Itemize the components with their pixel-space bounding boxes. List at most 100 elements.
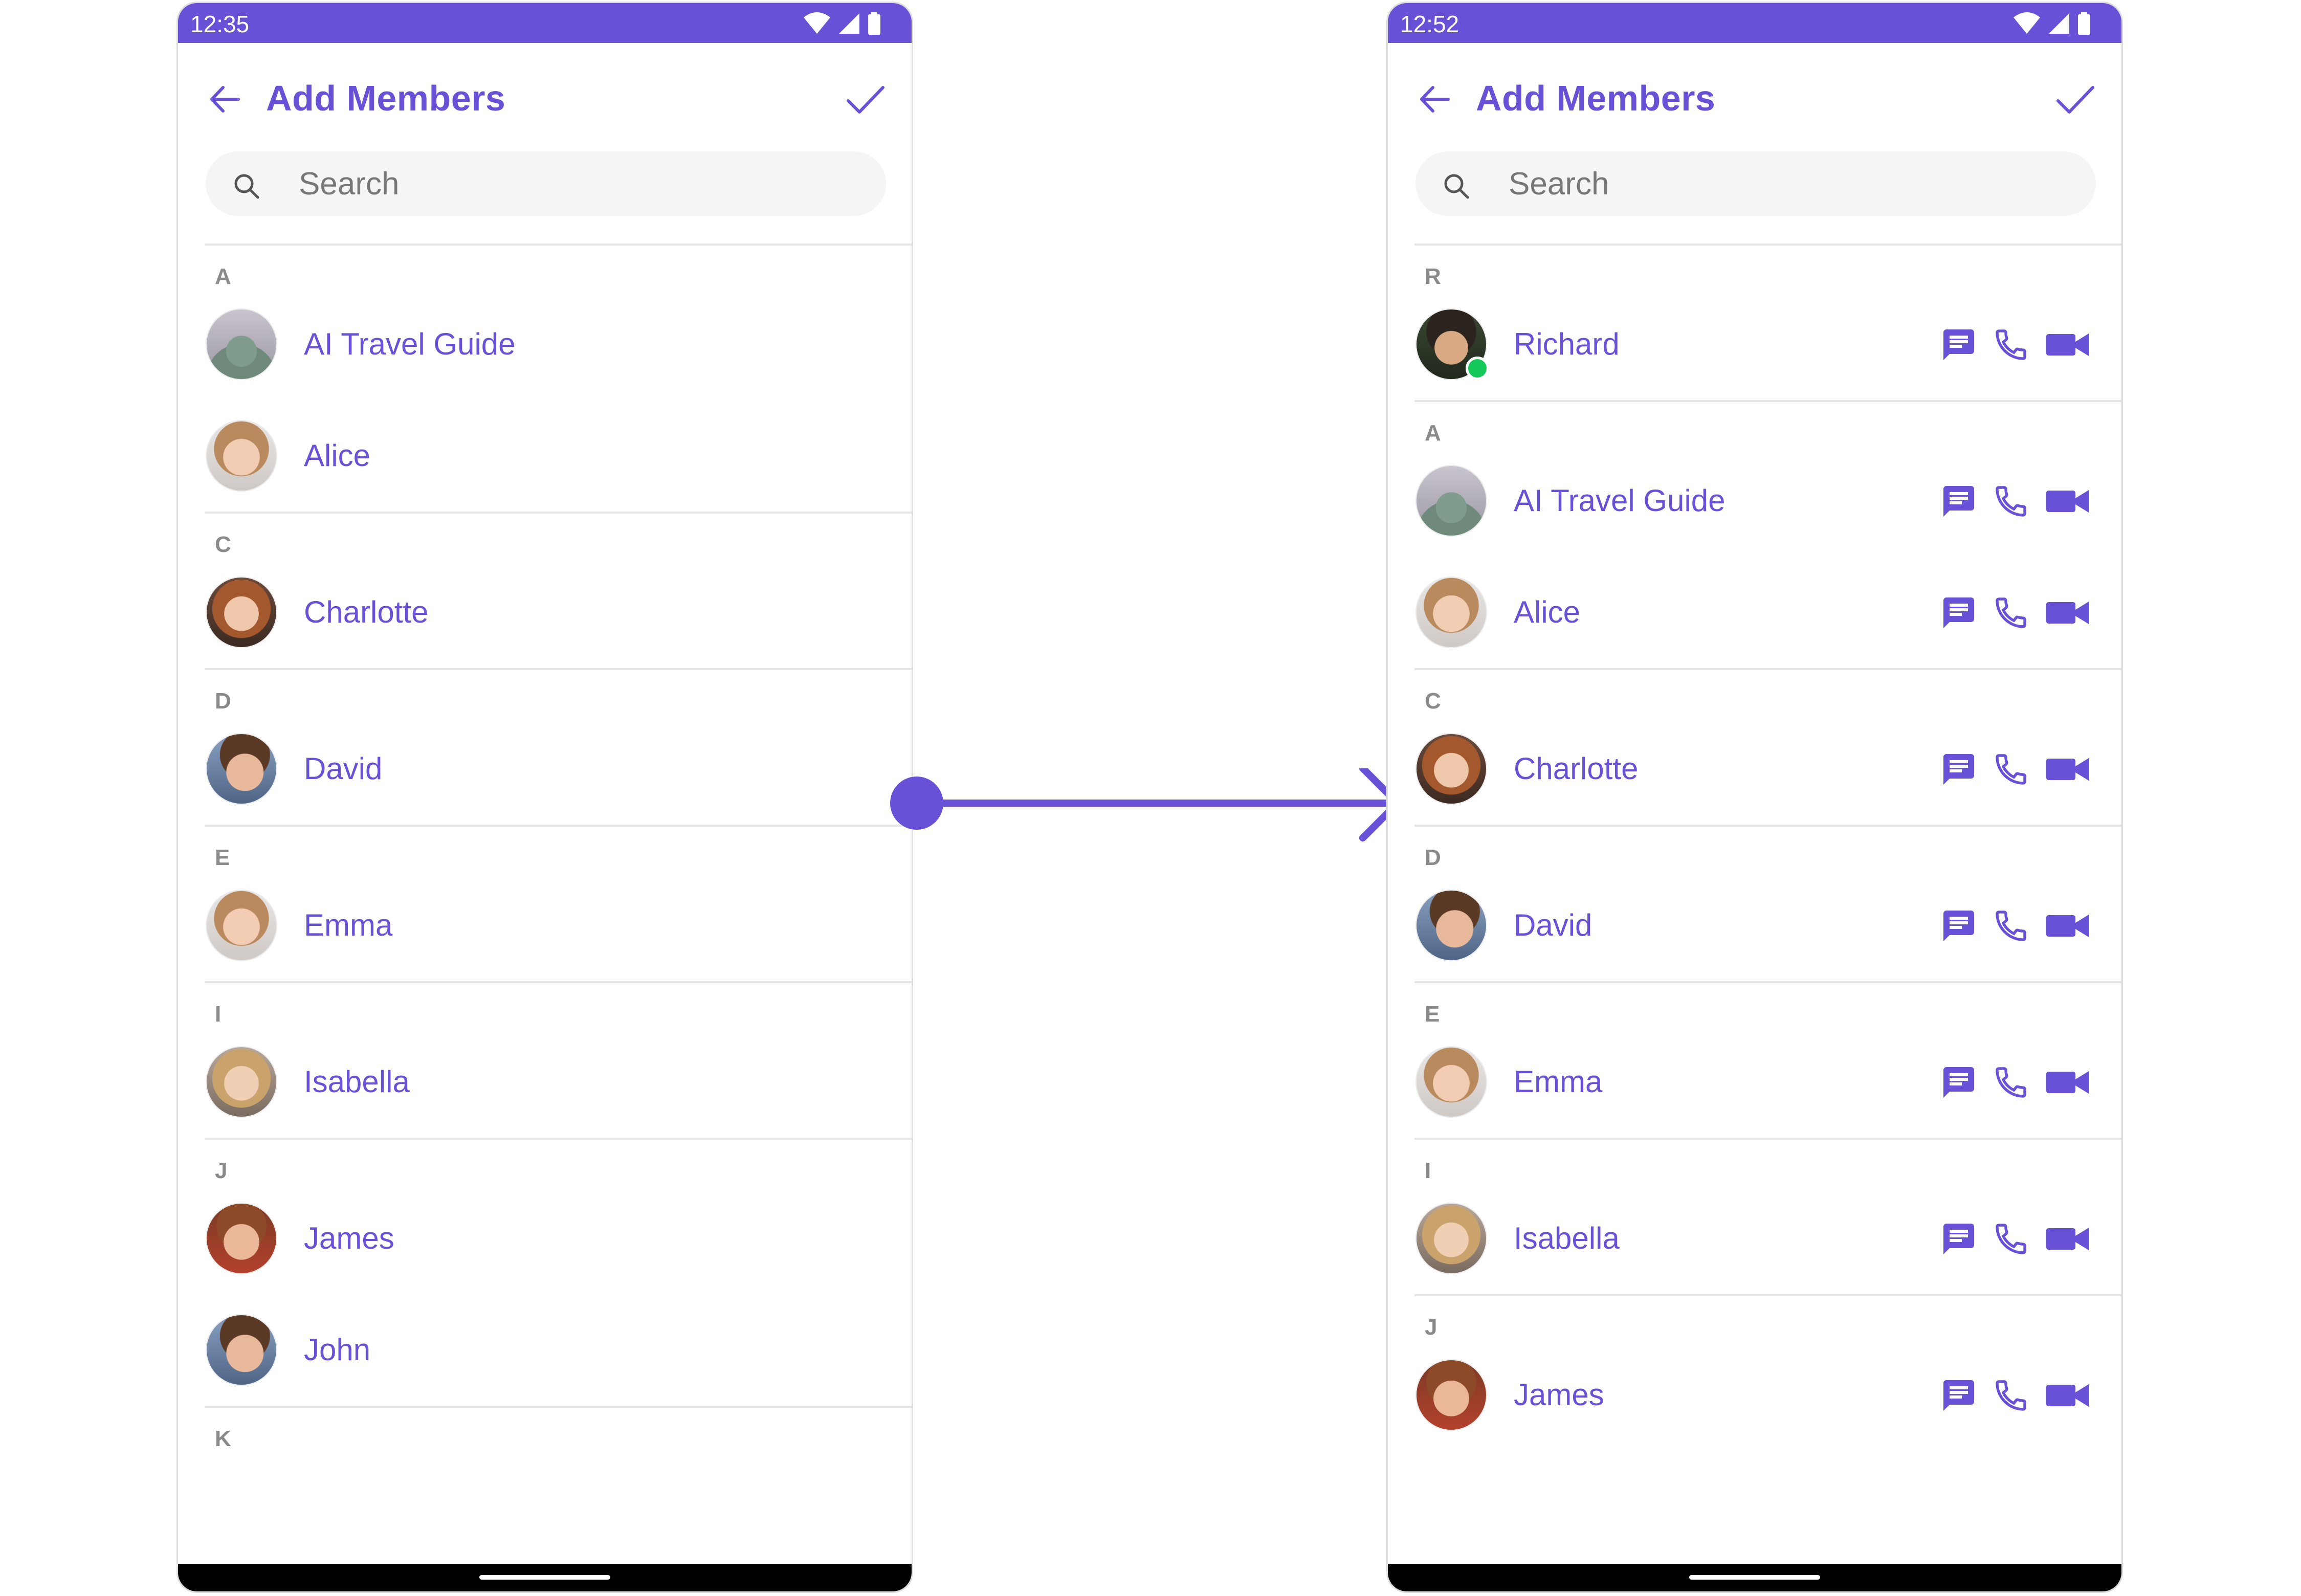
section-header: C — [1388, 670, 2121, 714]
avatar — [206, 1046, 277, 1118]
video-call-icon[interactable] — [2045, 594, 2091, 631]
avatar-photo — [1417, 891, 1486, 960]
section-letter: A — [1425, 420, 1441, 446]
battery-icon — [868, 12, 880, 35]
section-letter: D — [215, 689, 231, 714]
video-call-icon[interactable] — [2045, 907, 2091, 944]
member-name: AI Travel Guide — [1514, 483, 1725, 518]
avatar — [206, 1203, 277, 1274]
video-call-icon[interactable] — [2045, 1221, 2091, 1257]
avatar-photo — [1417, 466, 1486, 536]
status-icons — [803, 12, 881, 35]
member-name: Alice — [1514, 595, 1581, 629]
member-actions — [1940, 907, 2091, 944]
status-time: 12:35 — [190, 11, 250, 37]
section-letter: J — [215, 1158, 228, 1183]
member-row-charlotte[interactable]: Charlotte — [178, 557, 912, 668]
avatar-photo — [1417, 1204, 1486, 1273]
message-icon[interactable] — [1940, 1064, 1977, 1101]
search-bar[interactable] — [1415, 151, 2096, 216]
video-call-icon[interactable] — [2045, 751, 2091, 788]
member-row-emma[interactable]: Emma — [1388, 1026, 2121, 1138]
member-row-david[interactable]: David — [178, 713, 912, 825]
voice-call-icon[interactable] — [1993, 1377, 2029, 1414]
member-row-ai-travel-guide[interactable]: AI Travel Guide — [1388, 445, 2121, 557]
phone-screen-after: 12:52 Add Members R Richard A AI Travel Gui… — [1386, 2, 2123, 1593]
video-call-icon[interactable] — [2045, 483, 2091, 520]
message-icon[interactable] — [1940, 1377, 1977, 1414]
member-name: Emma — [304, 908, 393, 942]
member-name: James — [304, 1221, 394, 1255]
avatar-photo — [1417, 578, 1486, 647]
member-name: John — [304, 1333, 371, 1367]
member-row-ai-travel-guide[interactable]: AI Travel Guide — [178, 289, 912, 400]
avatar-photo — [1417, 734, 1486, 804]
video-call-icon[interactable] — [2045, 1064, 2091, 1101]
voice-call-icon[interactable] — [1993, 594, 2029, 631]
section-header: D — [178, 670, 912, 714]
message-icon[interactable] — [1940, 751, 1977, 788]
member-row-james[interactable]: James — [1388, 1339, 2121, 1451]
member-name: Richard — [1514, 327, 1620, 361]
message-icon[interactable] — [1940, 594, 1977, 631]
member-row-emma[interactable]: Emma — [178, 870, 912, 981]
section-header: E — [178, 827, 912, 870]
member-row-richard[interactable]: Richard — [1388, 289, 2121, 400]
voice-call-icon[interactable] — [1993, 751, 2029, 788]
voice-call-icon[interactable] — [1993, 1221, 2029, 1257]
member-actions — [1940, 1377, 2091, 1414]
member-row-isabella[interactable]: Isabella — [1388, 1183, 2121, 1294]
member-row-alice[interactable]: Alice — [1388, 557, 2121, 668]
section-header: J — [1388, 1296, 2121, 1340]
member-row-james[interactable]: James — [178, 1183, 912, 1294]
member-row-john[interactable]: John — [178, 1294, 912, 1406]
avatar — [1415, 1046, 1487, 1118]
video-call-icon[interactable] — [2045, 326, 2091, 363]
voice-call-icon[interactable] — [1993, 483, 2029, 520]
search-input[interactable] — [1508, 163, 2072, 205]
voice-call-icon[interactable] — [1993, 907, 2029, 944]
confirm-check-icon[interactable] — [2055, 80, 2096, 119]
home-handle[interactable] — [479, 1575, 610, 1580]
message-icon[interactable] — [1940, 326, 1977, 363]
home-handle[interactable] — [1689, 1575, 1820, 1580]
section-letter: C — [215, 532, 231, 557]
back-arrow-icon[interactable] — [207, 81, 242, 117]
member-row-alice[interactable]: Alice — [178, 400, 912, 512]
member-name: David — [304, 751, 383, 786]
video-call-icon[interactable] — [2045, 1377, 2091, 1414]
message-icon[interactable] — [1940, 907, 1977, 944]
member-name: David — [1514, 908, 1592, 942]
message-icon[interactable] — [1940, 483, 1977, 520]
member-actions — [1940, 483, 2091, 520]
member-actions — [1940, 1221, 2091, 1257]
member-actions — [1940, 1064, 2091, 1101]
section-letter: K — [215, 1426, 231, 1451]
avatar — [206, 890, 277, 961]
search-bar[interactable] — [206, 151, 886, 216]
member-row-isabella[interactable]: Isabella — [178, 1026, 912, 1138]
search-icon — [1444, 174, 1469, 199]
member-row-david[interactable]: David — [1388, 870, 2121, 981]
search-input[interactable] — [298, 163, 862, 205]
section-header: R — [1388, 246, 2121, 289]
voice-call-icon[interactable] — [1993, 326, 2029, 363]
voice-call-icon[interactable] — [1993, 1064, 2029, 1101]
member-actions — [1940, 594, 2091, 631]
message-icon[interactable] — [1940, 1221, 1977, 1257]
member-name: AI Travel Guide — [304, 327, 516, 361]
confirm-check-icon[interactable] — [845, 80, 886, 119]
avatar — [206, 1314, 277, 1386]
member-row-charlotte[interactable]: Charlotte — [1388, 713, 2121, 825]
section-header: A — [1388, 402, 2121, 446]
status-icons — [2013, 12, 2091, 35]
avatar — [206, 420, 277, 492]
wifi-icon — [2014, 12, 2040, 34]
section-header: J — [178, 1140, 912, 1183]
app-header: Add Members — [1388, 43, 2121, 145]
back-arrow-icon[interactable] — [1417, 81, 1452, 117]
wifi-icon — [804, 12, 830, 34]
transition-arrow — [890, 768, 1401, 841]
avatar — [1415, 1359, 1487, 1431]
member-list: R Richard A AI Travel Guide Alice C Charlotte D… — [1388, 243, 2121, 1451]
